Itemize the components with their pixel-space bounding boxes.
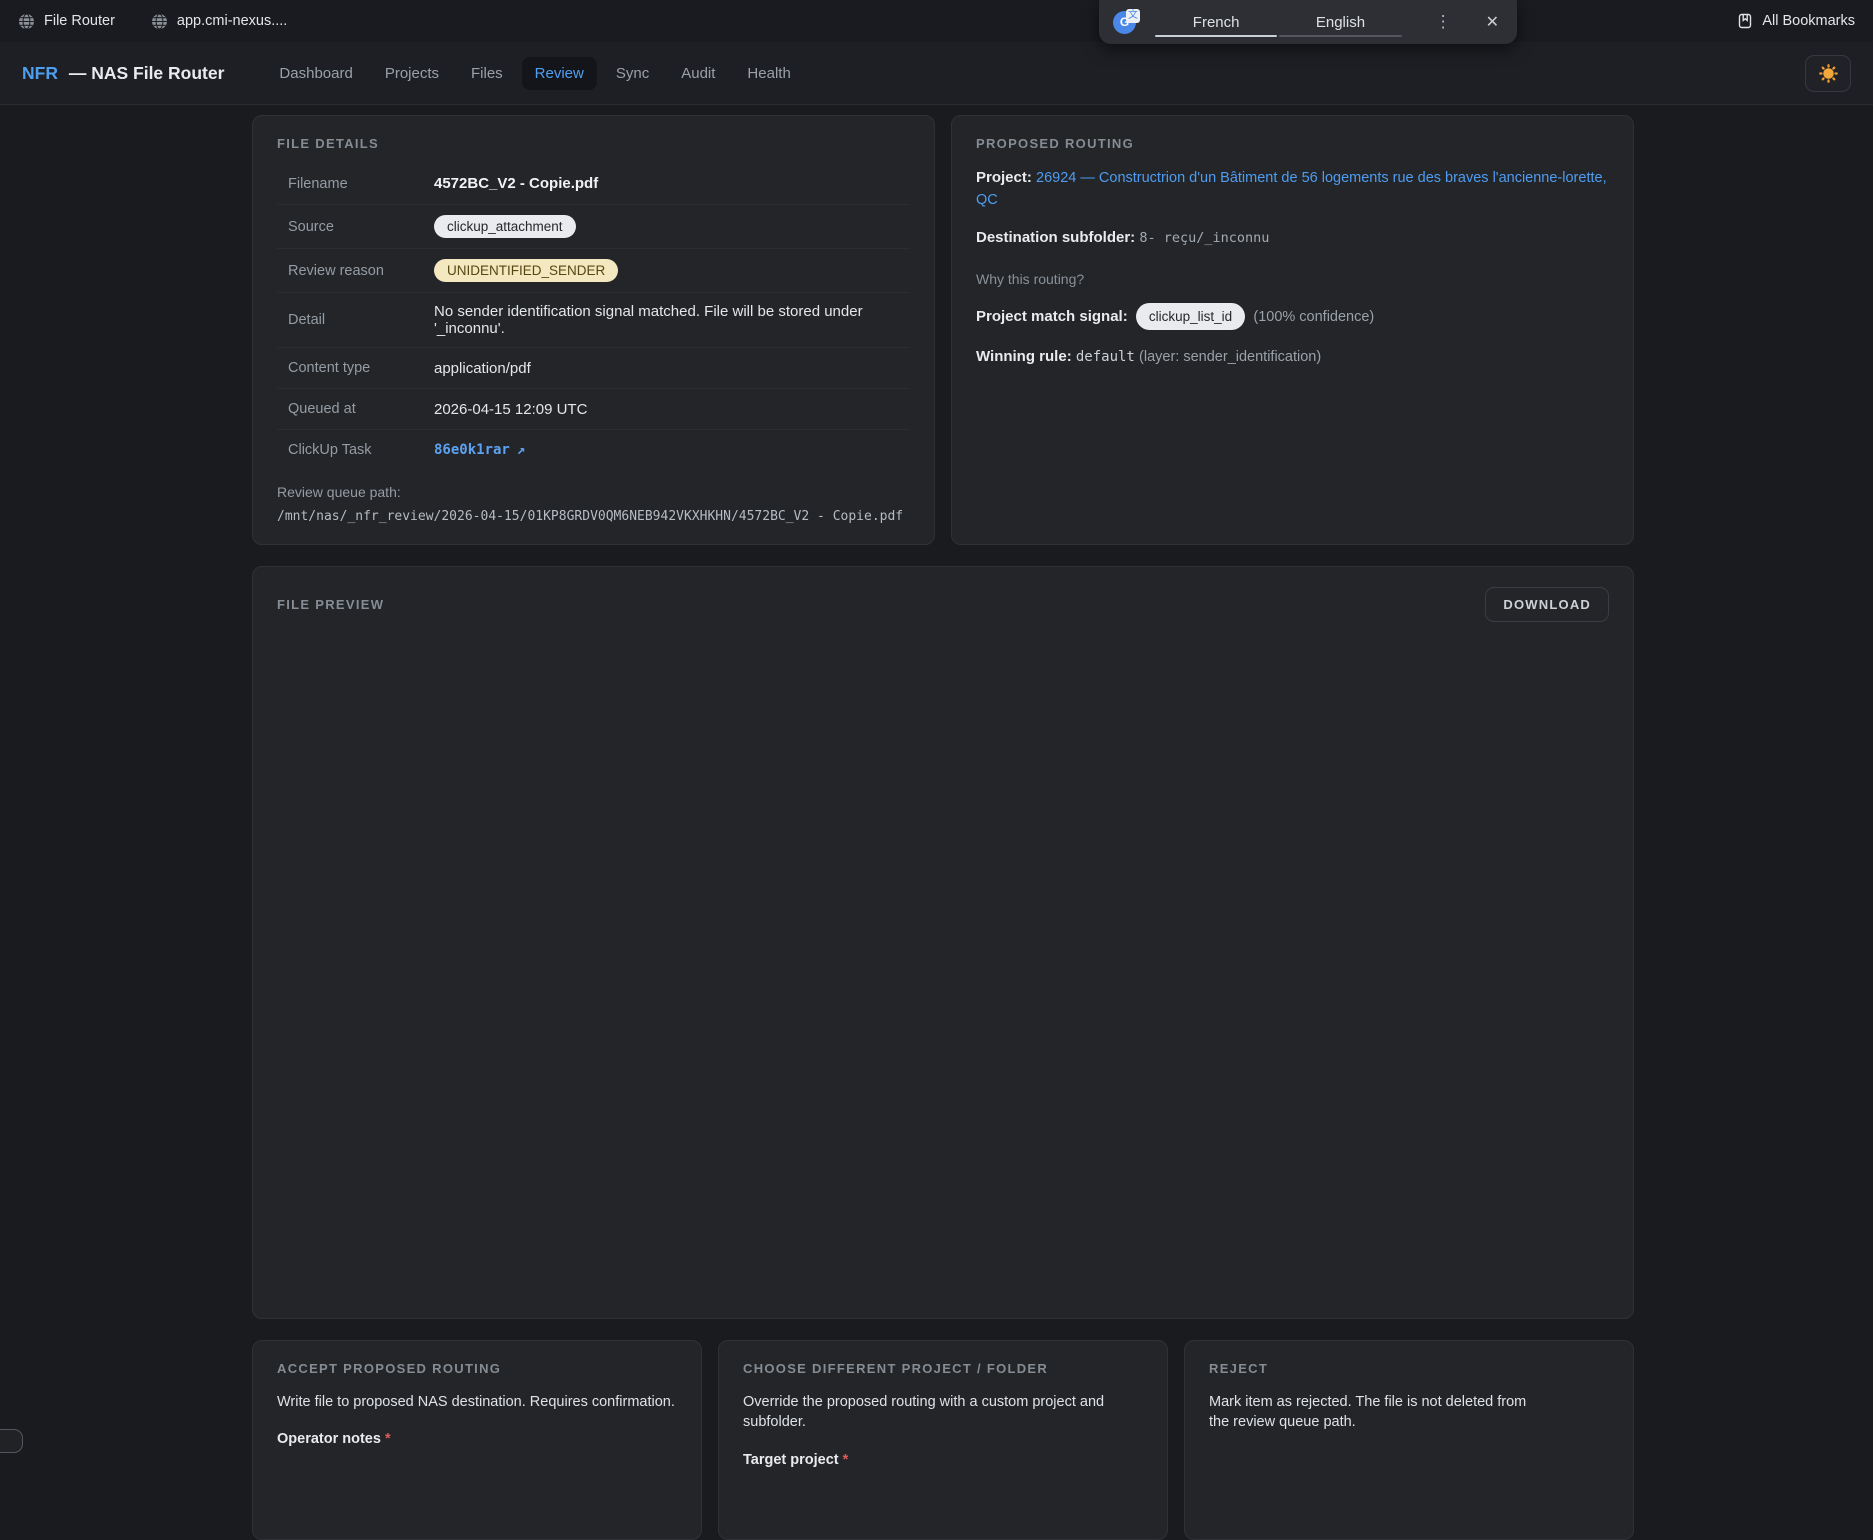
- app-brand: NFR — NAS File Router: [22, 63, 224, 84]
- translate-tab-english[interactable]: English: [1278, 0, 1402, 44]
- clickup-task-link[interactable]: 86e0k1rar ↗: [434, 442, 525, 458]
- all-bookmarks-label: All Bookmarks: [1762, 13, 1855, 29]
- project-line: Project: 26924 — Constructrion d'un Bâti…: [976, 167, 1609, 211]
- required-asterisk: *: [843, 1452, 849, 1468]
- rule-value: default: [1076, 349, 1135, 365]
- file-details-card: FILE DETAILS Filename 4572BC_V2 - Copie.…: [252, 115, 935, 545]
- app-header: NFR — NAS File Router Dashboard Projects…: [0, 42, 1873, 105]
- destination-subfolder-line: Destination subfolder: 8- reçu/_inconnu: [976, 227, 1609, 249]
- nav-item-files[interactable]: Files: [458, 57, 516, 90]
- book-icon: [1737, 13, 1753, 29]
- translate-popup: G 文 French English ⋮ ✕: [1099, 0, 1517, 44]
- bookmark-label: File Router: [44, 13, 115, 29]
- google-translate-icon: G 文: [1113, 9, 1140, 36]
- proposed-routing-card: PROPOSED ROUTING Project: 26924 — Constr…: [951, 115, 1634, 545]
- sun-icon: [1818, 63, 1839, 84]
- source-badge: clickup_attachment: [434, 215, 576, 238]
- theme-toggle-button[interactable]: [1805, 55, 1851, 92]
- nav-item-review[interactable]: Review: [522, 57, 597, 90]
- external-link-icon: ↗: [517, 442, 525, 458]
- file-preview-card: FILE PREVIEW DOWNLOAD: [252, 566, 1634, 1319]
- accept-title: ACCEPT PROPOSED ROUTING: [277, 1361, 677, 1376]
- nav-item-health[interactable]: Health: [734, 57, 803, 90]
- file-preview-title: FILE PREVIEW: [277, 597, 384, 612]
- review-queue-path: Review queue path: /mnt/nas/_nfr_review/…: [277, 484, 910, 524]
- queued-at-value: 2026-04-15 12:09 UTC: [434, 401, 587, 418]
- review-detail-page: FILE DETAILS Filename 4572BC_V2 - Copie.…: [252, 115, 1634, 1540]
- actions-row: ACCEPT PROPOSED ROUTING Write file to pr…: [252, 1340, 1634, 1540]
- globe-icon: [18, 13, 35, 30]
- table-row-review-reason: Review reason UNIDENTIFIED_SENDER: [277, 248, 910, 292]
- choose-description: Override the proposed routing with a cus…: [743, 1392, 1143, 1433]
- choose-title: CHOOSE DIFFERENT PROJECT / FOLDER: [743, 1361, 1143, 1376]
- why-routing-title: Why this routing?: [976, 271, 1609, 287]
- file-details-title: FILE DETAILS: [277, 136, 910, 151]
- translate-tab-french[interactable]: French: [1154, 0, 1278, 44]
- confidence-value: (100% confidence): [1253, 309, 1374, 325]
- reject-card: REJECT Mark item as rejected. The file i…: [1184, 1340, 1634, 1540]
- match-signal-line: Project match signal: clickup_list_id (1…: [976, 303, 1609, 331]
- content-type-value: application/pdf: [434, 360, 531, 377]
- all-bookmarks-button[interactable]: All Bookmarks: [1737, 13, 1855, 29]
- nav-item-audit[interactable]: Audit: [668, 57, 728, 90]
- queue-path-label: Review queue path:: [277, 484, 910, 500]
- globe-icon: [151, 13, 168, 30]
- bookmark-file-router[interactable]: File Router: [18, 13, 115, 30]
- detail-value: No sender identification signal matched.…: [434, 303, 910, 337]
- table-row-queued-at: Queued at 2026-04-15 12:09 UTC: [277, 388, 910, 429]
- review-reason-badge: UNIDENTIFIED_SENDER: [434, 259, 618, 282]
- accept-description: Write file to proposed NAS destination. …: [277, 1392, 677, 1412]
- nav-item-projects[interactable]: Projects: [372, 57, 452, 90]
- accept-routing-card: ACCEPT PROPOSED ROUTING Write file to pr…: [252, 1340, 702, 1540]
- bookmark-app-cmi-nexus[interactable]: app.cmi-nexus....: [151, 13, 287, 30]
- rule-layer: (layer: sender_identification): [1139, 349, 1321, 365]
- nav-item-dashboard[interactable]: Dashboard: [266, 57, 365, 90]
- nav-item-sync[interactable]: Sync: [603, 57, 662, 90]
- reject-description: Mark item as rejected. The file is not d…: [1209, 1392, 1539, 1433]
- brand-name: — NAS File Router: [69, 63, 225, 83]
- table-row-content-type: Content type application/pdf: [277, 347, 910, 388]
- kebab-menu-icon[interactable]: ⋮: [1429, 12, 1458, 32]
- file-details-table: Filename 4572BC_V2 - Copie.pdf Source cl…: [277, 163, 910, 470]
- match-signal-badge: clickup_list_id: [1136, 303, 1245, 331]
- project-link[interactable]: 26924 — Constructrion d'un Bâtiment de 5…: [976, 170, 1607, 208]
- table-row-detail: Detail No sender identification signal m…: [277, 292, 910, 347]
- table-row-clickup-task: ClickUp Task 86e0k1rar ↗: [277, 429, 910, 470]
- proposed-routing-title: PROPOSED ROUTING: [976, 136, 1609, 151]
- browser-bookmarks-bar: File Router app.cmi-nexus.... All Bookma…: [0, 0, 1873, 42]
- close-icon[interactable]: ✕: [1476, 12, 1509, 32]
- operator-notes-label: Operator notes*: [277, 1431, 677, 1447]
- download-button[interactable]: DOWNLOAD: [1485, 587, 1609, 622]
- tab-active-indicator: [1155, 35, 1277, 38]
- table-row-filename: Filename 4572BC_V2 - Copie.pdf: [277, 163, 910, 204]
- reject-title: REJECT: [1209, 1361, 1609, 1376]
- filename-value: 4572BC_V2 - Copie.pdf: [434, 175, 598, 192]
- choose-different-card: CHOOSE DIFFERENT PROJECT / FOLDER Overri…: [718, 1340, 1168, 1540]
- winning-rule-line: Winning rule: default (layer: sender_ide…: [976, 346, 1609, 368]
- bookmark-label: app.cmi-nexus....: [177, 13, 287, 29]
- required-asterisk: *: [385, 1431, 391, 1447]
- tab-indicator: [1279, 35, 1401, 38]
- cutoff-corner-widget: [0, 1429, 23, 1453]
- table-row-source: Source clickup_attachment: [277, 204, 910, 248]
- queue-path-value: /mnt/nas/_nfr_review/2026-04-15/01KP8GRD…: [277, 509, 910, 524]
- subfolder-value: 8- reçu/_inconnu: [1139, 230, 1269, 246]
- target-project-label: Target project*: [743, 1452, 1143, 1468]
- brand-abbr: NFR: [22, 63, 58, 83]
- main-nav: Dashboard Projects Files Review Sync Aud…: [266, 57, 803, 90]
